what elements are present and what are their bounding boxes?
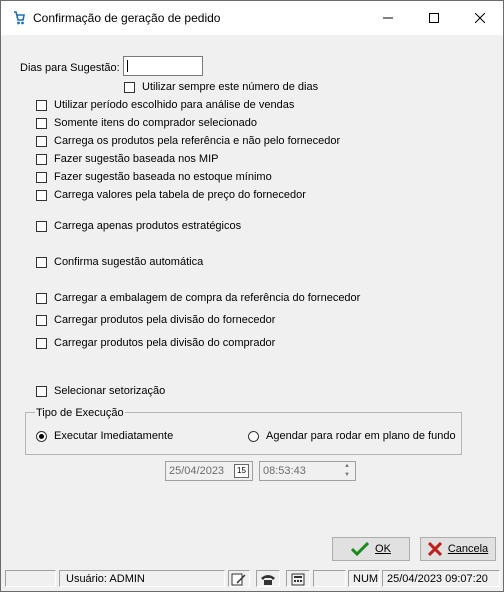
checkbox-box[interactable] <box>36 189 47 201</box>
spin-up-icon[interactable]: ▲ <box>340 462 354 471</box>
radio-dot[interactable] <box>36 430 47 442</box>
radio-executar-imediatamente[interactable]: Executar Imediatamente <box>36 430 173 442</box>
option-checkbox[interactable]: Utilizar período escolhido para análise … <box>36 99 294 111</box>
checkbox-box[interactable] <box>124 81 135 93</box>
text-cursor <box>127 60 128 72</box>
cart-icon <box>14 11 25 25</box>
radio-label: Agendar para rodar em plano de fundo <box>266 430 456 442</box>
radio-dot[interactable] <box>248 430 259 442</box>
option-checkbox[interactable]: Carrega os produtos pela referência e nã… <box>36 135 340 147</box>
option-label: Fazer sugestão baseada no estoque mínimo <box>54 171 272 183</box>
checkbox-box[interactable] <box>36 153 47 165</box>
minimize-icon <box>383 17 393 19</box>
option-checkbox[interactable]: Somente itens do comprador selecionado <box>36 117 257 129</box>
option-checkbox[interactable]: Carregar a embalagem de compra da referê… <box>36 292 360 304</box>
status-panel-calculator[interactable] <box>286 570 310 587</box>
option-checkbox[interactable]: Fazer sugestão baseada nos MIP <box>36 153 218 165</box>
status-num: NUM <box>348 570 380 587</box>
time-value: 08:53:43 <box>263 465 306 477</box>
checkbox-box[interactable] <box>36 292 47 304</box>
minimize-button[interactable] <box>365 1 411 35</box>
option-checkbox[interactable]: Carrega valores pela tabela de preço do … <box>36 189 306 201</box>
checkbox-box[interactable] <box>36 117 47 129</box>
dias-label: Dias para Sugestão: <box>20 62 120 74</box>
status-panel-edit[interactable] <box>228 570 250 587</box>
checkbox-box[interactable] <box>36 385 47 397</box>
date-value: 25/04/2023 <box>169 465 225 477</box>
checkbox-box[interactable] <box>36 256 47 268</box>
ok-button[interactable]: OK <box>332 537 410 561</box>
phone-icon <box>261 575 275 585</box>
status-panel-empty <box>313 570 346 587</box>
option-label: Utilizar período escolhido para análise … <box>54 99 295 111</box>
checkbox-box[interactable] <box>36 135 47 147</box>
status-panel-empty <box>5 570 56 587</box>
checkbox-box[interactable] <box>36 220 47 232</box>
radio-agendar[interactable]: Agendar para rodar em plano de fundo <box>248 430 456 442</box>
option-checkbox[interactable]: Selecionar setorização <box>36 385 165 397</box>
time-spinner[interactable]: ▲ ▼ <box>340 462 354 480</box>
title-bar[interactable]: Confirmação de geração de pedido <box>1 1 503 35</box>
dialog-window: Confirmação de geração de pedido Dias pa… <box>0 0 504 592</box>
option-checkbox[interactable]: Confirma sugestão automática <box>36 256 203 268</box>
status-panel-phone[interactable] <box>256 570 280 587</box>
option-label: Carrega os produtos pela referência e nã… <box>54 135 341 147</box>
calculator-icon <box>291 573 305 586</box>
status-user: Usuário: ADMIN <box>59 570 225 587</box>
execucao-title: Tipo de Execução <box>35 407 125 419</box>
option-label: Somente itens do comprador selecionado <box>54 117 258 129</box>
checkmark-icon <box>351 542 370 556</box>
option-label: Selecionar setorização <box>54 385 166 397</box>
dias-input[interactable] <box>123 56 203 76</box>
checkbox-label: Utilizar sempre este número de dias <box>142 81 319 93</box>
checkbox-box[interactable] <box>36 171 47 183</box>
option-checkbox[interactable]: Fazer sugestão baseada no estoque mínimo <box>36 171 272 183</box>
radio-label: Executar Imediatamente <box>54 430 174 442</box>
option-label: Carrega apenas produtos estratégicos <box>54 220 242 232</box>
close-icon <box>475 13 485 23</box>
option-checkbox[interactable]: Carregar produtos pela divisão do fornec… <box>36 314 275 326</box>
checkbox-box[interactable] <box>36 337 47 349</box>
option-label: Fazer sugestão baseada nos MIP <box>54 153 219 165</box>
checkbox-box[interactable] <box>36 99 47 111</box>
cancel-label: Cancela <box>447 543 489 555</box>
option-label: Confirma sugestão automática <box>54 256 204 268</box>
calendar-icon[interactable]: 15 <box>234 464 249 478</box>
checkbox-box[interactable] <box>36 314 47 326</box>
edit-document-icon <box>231 573 246 586</box>
status-datetime: 25/04/2023 09:07:20 <box>382 570 500 587</box>
option-label: Carregar produtos pela divisão do compra… <box>54 337 276 349</box>
option-checkbox[interactable]: Carrega apenas produtos estratégicos <box>36 220 241 232</box>
spin-down-icon[interactable]: ▼ <box>340 471 354 480</box>
option-checkbox[interactable]: Carregar produtos pela divisão do compra… <box>36 337 275 349</box>
window-title: Confirmação de geração de pedido <box>33 11 221 25</box>
status-bar: Usuário: ADMIN NUM 25/04/2023 09:07:20 <box>5 570 501 587</box>
maximize-icon <box>429 13 439 23</box>
option-label: Carregar a embalagem de compra da referê… <box>54 292 361 304</box>
close-button[interactable] <box>457 1 503 35</box>
cancel-button[interactable]: Cancela <box>420 537 496 561</box>
utilizar-sempre-checkbox[interactable]: Utilizar sempre este número de dias <box>124 81 318 93</box>
option-label: Carregar produtos pela divisão do fornec… <box>54 314 276 326</box>
ok-label: OK <box>375 543 391 555</box>
maximize-button[interactable] <box>411 1 457 35</box>
cancel-x-icon <box>427 542 442 556</box>
option-label: Carrega valores pela tabela de preço do … <box>54 189 306 201</box>
